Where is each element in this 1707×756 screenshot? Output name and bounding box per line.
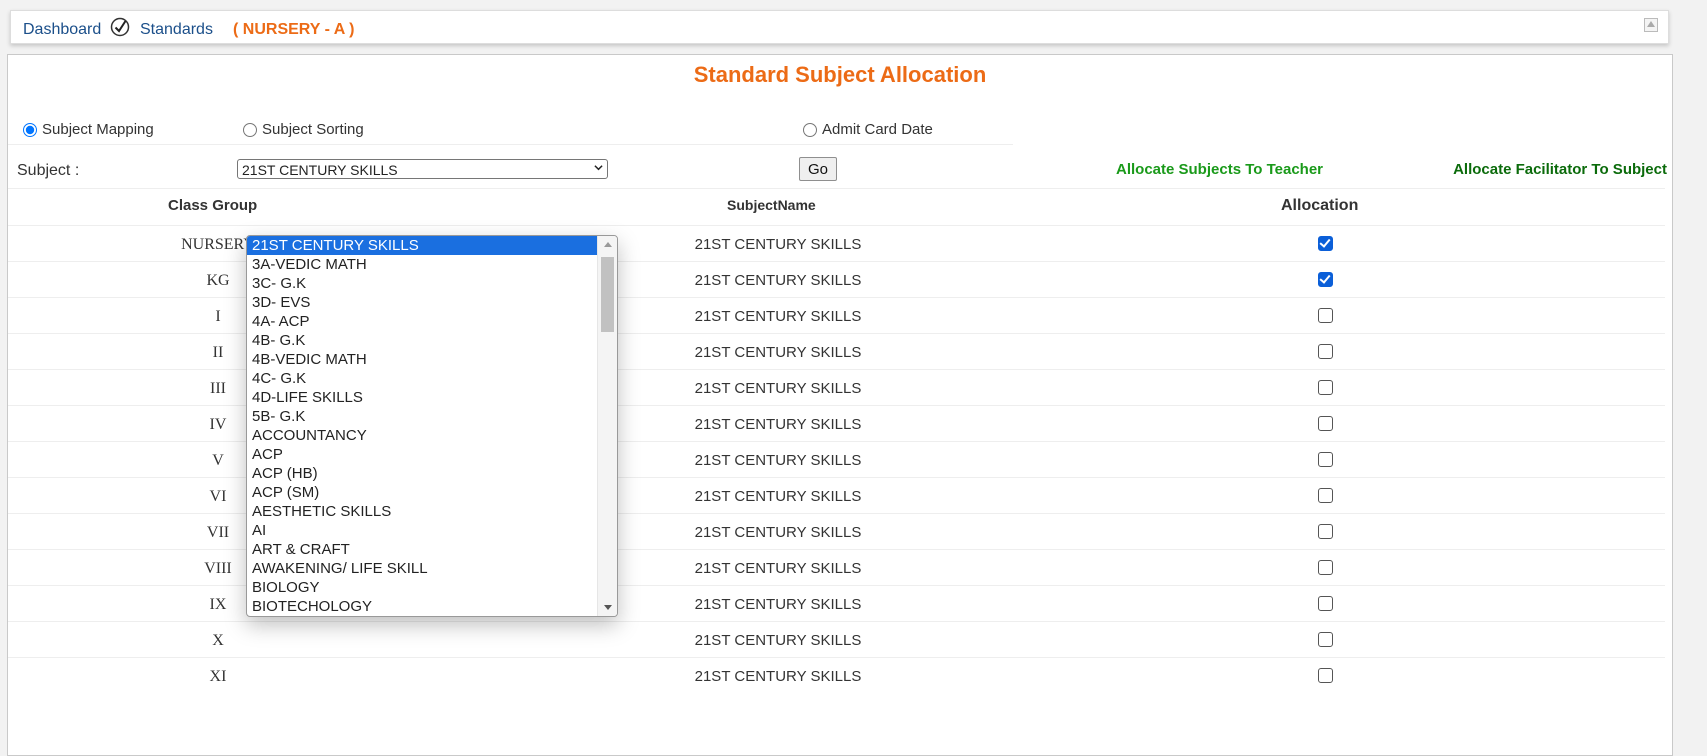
allocation-checkbox[interactable] [1318,236,1333,251]
subject-name-cell: 21ST CENTURY SKILLS [694,452,862,469]
dropdown-option[interactable]: ACCOUNTANCY [247,426,617,445]
divider [8,188,1665,189]
allocate-facilitator-to-subject-link[interactable]: Allocate Facilitator To Subject [1453,161,1667,178]
allocation-checkbox[interactable] [1318,380,1333,395]
allocation-checkbox[interactable] [1318,632,1333,647]
check-circle-icon [110,17,130,37]
allocation-checkbox[interactable] [1318,452,1333,467]
dropdown-option[interactable]: BIOTECHOLOGY [247,597,617,616]
subject-name-cell: 21ST CENTURY SKILLS [694,488,862,505]
subject-name-cell: 21ST CENTURY SKILLS [694,416,862,433]
table-row: XI 21ST CENTURY SKILLS [8,657,1665,694]
breadcrumb-current: ( NURSERY - A ) [233,21,355,38]
subject-select-value: 21ST CENTURY SKILLS [242,162,398,178]
dropdown-option[interactable]: ACP [247,445,617,464]
subject-name-cell: 21ST CENTURY SKILLS [694,524,862,541]
header-class-group: Class Group [168,197,258,214]
dropdown-option[interactable]: AWAKENING/ LIFE SKILL [247,559,617,578]
subject-name-cell: 21ST CENTURY SKILLS [694,308,862,325]
class-group-cell: X [212,632,224,649]
dropdown-option[interactable]: 4B-VEDIC MATH [247,350,617,369]
table-row: X 21ST CENTURY SKILLS [8,621,1665,658]
subject-sorting-radio[interactable] [243,122,257,137]
dropdown-option[interactable]: 3C- G.K [247,274,617,293]
allocation-checkbox[interactable] [1318,668,1333,683]
dropdown-option[interactable]: ACP (HB) [247,464,617,483]
breadcrumb-standards-link[interactable]: Standards [140,21,213,39]
admit-card-date-radio[interactable] [803,122,817,137]
divider [8,144,1013,145]
dropdown-option[interactable]: AESTHETIC SKILLS [247,502,617,521]
admit-card-date-label: Admit Card Date [822,121,933,138]
subject-name-cell: 21ST CENTURY SKILLS [694,560,862,577]
collapse-icon[interactable] [1644,18,1658,32]
dropdown-option[interactable]: 21ST CENTURY SKILLS [247,236,598,255]
scroll-thumb[interactable] [601,257,614,332]
chevron-down-icon [594,165,603,171]
subject-name-cell: 21ST CENTURY SKILLS [694,236,862,253]
dropdown-option[interactable]: BIOLOGY [247,578,617,597]
allocation-checkbox[interactable] [1318,560,1333,575]
subject-mapping-label: Subject Mapping [42,121,154,138]
dropdown-options: 21ST CENTURY SKILLS 3A-VEDIC MATH 3C- G.K 3… [247,236,617,616]
breadcrumb-bar: Dashboard Standards ( NURSERY - A ) [10,10,1669,44]
subject-name-cell: 21ST CENTURY SKILLS [694,632,862,649]
allocation-checkbox[interactable] [1318,308,1333,323]
dropdown-option[interactable]: 3D- EVS [247,293,617,312]
dropdown-option[interactable]: 3A-VEDIC MATH [247,255,617,274]
subject-name-cell: 21ST CENTURY SKILLS [694,272,862,289]
allocation-panel: Standard Subject Allocation Subject Mapp… [7,54,1673,756]
subject-name-cell: 21ST CENTURY SKILLS [694,668,862,685]
subject-select[interactable]: 21ST CENTURY SKILLS [237,159,608,179]
allocation-checkbox[interactable] [1318,596,1333,611]
subject-sorting-option[interactable]: Subject Sorting [243,121,364,138]
header-subject-name: SubjectName [727,197,816,213]
allocation-checkbox[interactable] [1318,524,1333,539]
subject-mapping-option[interactable]: Subject Mapping [23,121,154,138]
subject-dropdown-list[interactable]: 21ST CENTURY SKILLS 3A-VEDIC MATH 3C- G.K 3… [246,235,618,617]
subject-sorting-label: Subject Sorting [262,121,364,138]
dropdown-option[interactable]: 4C- G.K [247,369,617,388]
allocation-checkbox[interactable] [1318,488,1333,503]
breadcrumb-dashboard-link[interactable]: Dashboard [23,21,101,39]
allocation-checkbox[interactable] [1318,344,1333,359]
subject-name-cell: 21ST CENTURY SKILLS [694,380,862,397]
scroll-up-icon[interactable] [604,242,612,247]
dropdown-option[interactable]: ACP (SM) [247,483,617,502]
header-allocation: Allocation [1281,197,1359,214]
subject-label: Subject : [17,162,80,179]
dropdown-option[interactable]: 4A- ACP [247,312,617,331]
dropdown-option[interactable]: AI [247,521,617,540]
subject-mapping-radio[interactable] [23,122,37,137]
page-title: Standard Subject Allocation [693,62,987,87]
dropdown-option[interactable]: 4B- G.K [247,331,617,350]
dropdown-option[interactable]: 5B- G.K [247,407,617,426]
class-group-cell: XI [209,668,227,685]
page-scrollbar[interactable] [1685,0,1707,747]
allocation-checkbox[interactable] [1318,272,1333,287]
subject-name-cell: 21ST CENTURY SKILLS [694,344,862,361]
go-button[interactable]: Go [799,157,837,181]
admit-card-date-option[interactable]: Admit Card Date [803,121,933,138]
dropdown-scrollbar[interactable] [597,236,617,616]
scroll-down-icon[interactable] [604,605,612,610]
dropdown-option[interactable]: 4D-LIFE SKILLS [247,388,617,407]
dropdown-option[interactable]: ART & CRAFT [247,540,617,559]
subject-name-cell: 21ST CENTURY SKILLS [694,596,862,613]
allocate-subjects-to-teacher-link[interactable]: Allocate Subjects To Teacher [1116,161,1323,178]
allocation-checkbox[interactable] [1318,416,1333,431]
